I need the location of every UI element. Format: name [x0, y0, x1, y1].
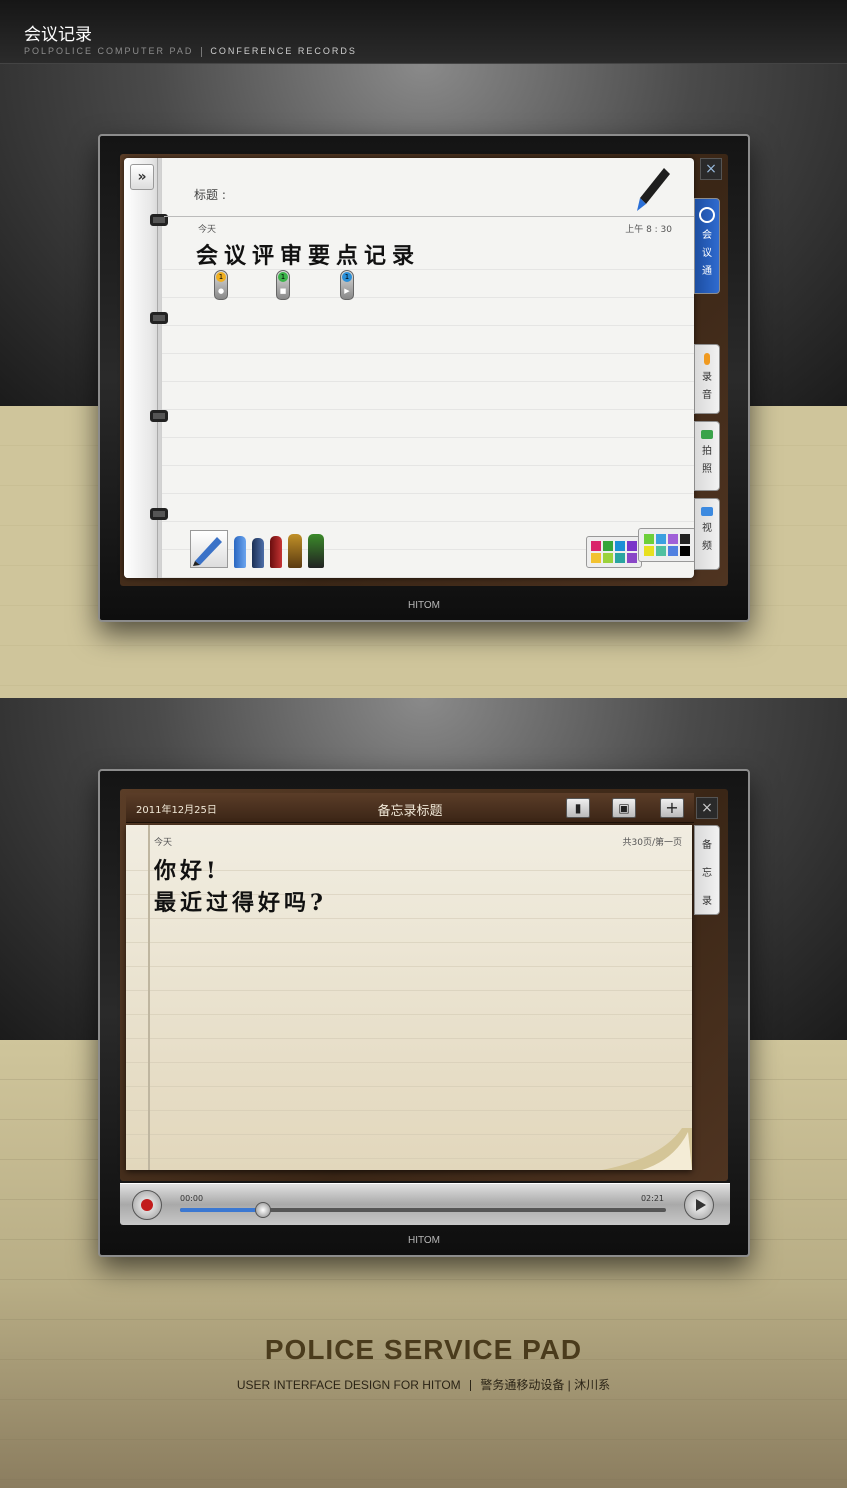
- save-button[interactable]: ▣: [612, 798, 636, 818]
- trash-icon: ▮: [574, 801, 582, 815]
- fountain-pen-tool[interactable]: [270, 536, 282, 568]
- record-icon: [141, 1199, 153, 1211]
- color-swatch[interactable]: [603, 553, 613, 563]
- close-button[interactable]: ×: [700, 158, 722, 180]
- margin-line: [148, 825, 150, 1170]
- close-button[interactable]: ×: [696, 797, 718, 819]
- footer-subtitle-cn: 警务通移动设备 | 沐川系: [480, 1378, 611, 1392]
- tab-conference[interactable]: 会议通: [694, 198, 720, 294]
- color-palette-expanded[interactable]: [638, 528, 694, 562]
- color-swatch[interactable]: [627, 541, 637, 551]
- play-icon: [696, 1199, 706, 1211]
- floppy-disk-icon: ▣: [618, 801, 630, 815]
- handwriting-line-1[interactable]: 你好!: [154, 853, 220, 885]
- collapse-button[interactable]: »: [130, 164, 154, 190]
- pen-icon[interactable]: [634, 166, 672, 214]
- color-swatch[interactable]: [656, 534, 666, 544]
- camera-icon: [701, 430, 713, 439]
- subtitle-left: POLPOLICE COMPUTER PAD: [24, 46, 194, 56]
- camera-icon: ■: [279, 287, 287, 295]
- color-swatch[interactable]: [615, 553, 625, 563]
- time-start: 00:00: [180, 1194, 204, 1203]
- brush-tool[interactable]: [288, 534, 302, 568]
- tab-record-audio[interactable]: 录音: [694, 344, 720, 414]
- video-attachment-pin[interactable]: 1 ▶: [340, 270, 354, 300]
- add-button[interactable]: +: [660, 798, 684, 818]
- progress-track[interactable]: [180, 1208, 666, 1212]
- progress-handle[interactable]: [254, 1202, 271, 1218]
- color-swatch[interactable]: [656, 546, 666, 556]
- device-memo: 2011年12月25日 备忘录标题 ▮ ▣ + × 今天 共30页/第一页 你好…: [98, 769, 750, 1257]
- color-swatch[interactable]: [644, 534, 654, 544]
- record-button[interactable]: [132, 1190, 162, 1220]
- handwriting-text[interactable]: 会议评审要点记录: [196, 238, 420, 270]
- clock-icon: [699, 207, 715, 223]
- device-conference: » 标题 : 今天 上午 8 : 30 会议评审要点记录 1 ● 1 ■ 1 ▶ × …: [98, 134, 750, 622]
- ring-binder: [150, 508, 168, 520]
- photo-attachment-pin[interactable]: 1 ■: [276, 270, 290, 300]
- app-header: 会议记录 POLPOLICE COMPUTER PAD CONFERENCE RE…: [0, 0, 847, 64]
- color-swatch[interactable]: [680, 534, 690, 544]
- date-label: 今天: [198, 225, 217, 235]
- ruled-lines: [124, 242, 694, 578]
- ring-binder: [150, 312, 168, 324]
- page-info: 共30页/第一页: [622, 838, 683, 848]
- color-swatch[interactable]: [644, 546, 654, 556]
- handwriting-line-2[interactable]: 最近过得好吗?: [154, 885, 327, 917]
- tab-memo[interactable]: 备忘录: [694, 825, 720, 915]
- microphone-icon: ●: [217, 287, 225, 295]
- color-swatch[interactable]: [615, 541, 625, 551]
- date-label: 今天: [154, 838, 173, 848]
- video-camera-icon: [701, 507, 713, 516]
- time-label: 上午 8 : 30: [625, 225, 672, 235]
- color-swatch[interactable]: [668, 534, 678, 544]
- color-swatch[interactable]: [591, 553, 601, 563]
- ring-binder: [150, 410, 168, 422]
- page-subtitle: POLPOLICE COMPUTER PAD CONFERENCE RECORDS: [24, 46, 357, 57]
- pencil-tool[interactable]: [234, 536, 246, 568]
- brand-label: HITOM: [407, 1235, 441, 1246]
- tab-video[interactable]: 视频: [694, 498, 720, 570]
- plus-icon: +: [665, 798, 679, 817]
- audio-player: 00:00 02:21: [120, 1183, 730, 1225]
- memo-page: 今天 共30页/第一页 你好! 最近过得好吗?: [126, 825, 692, 1170]
- marker-tool[interactable]: [308, 534, 324, 568]
- color-palette[interactable]: [586, 536, 642, 568]
- delete-button[interactable]: ▮: [566, 798, 590, 818]
- color-swatch[interactable]: [591, 541, 601, 551]
- play-button[interactable]: [684, 1190, 714, 1220]
- video-camera-icon: ▶: [344, 287, 350, 295]
- memo-title[interactable]: 备忘录标题: [126, 800, 694, 819]
- brand-label: HITOM: [407, 600, 441, 611]
- page-curl-icon[interactable]: [602, 1128, 692, 1170]
- tab-take-photo[interactable]: 拍照: [694, 421, 720, 491]
- subtitle-right: CONFERENCE RECORDS: [210, 46, 357, 56]
- color-swatch[interactable]: [668, 546, 678, 556]
- footer-subtitle-en: USER INTERFACE DESIGN FOR HITOM: [236, 1378, 461, 1392]
- pen-toolbar: [190, 530, 324, 568]
- pencil-icon: [193, 537, 222, 566]
- footer-title: POLICE SERVICE PAD: [264, 1334, 583, 1365]
- color-swatch[interactable]: [627, 553, 637, 563]
- memo-titlebar: 2011年12月25日 备忘录标题 ▮ ▣ +: [126, 793, 694, 823]
- color-swatch[interactable]: [680, 546, 690, 556]
- microphone-icon: [704, 353, 710, 365]
- audio-attachment-pin[interactable]: 1 ●: [214, 270, 228, 300]
- pencil-tool-selected[interactable]: [190, 530, 228, 568]
- page-title: 会议记录: [24, 25, 92, 45]
- footer-subtitle: USER INTERFACE DESIGN FOR HITOM 警务通移动设备 …: [0, 1376, 847, 1393]
- notebook-page: » 标题 : 今天 上午 8 : 30 会议评审要点记录 1 ● 1 ■ 1 ▶: [124, 158, 694, 578]
- progress-fill: [180, 1208, 263, 1212]
- color-swatch[interactable]: [603, 541, 613, 551]
- time-end: 02:21: [640, 1194, 664, 1203]
- ballpoint-tool[interactable]: [252, 538, 264, 568]
- title-label[interactable]: 标题 :: [194, 186, 226, 203]
